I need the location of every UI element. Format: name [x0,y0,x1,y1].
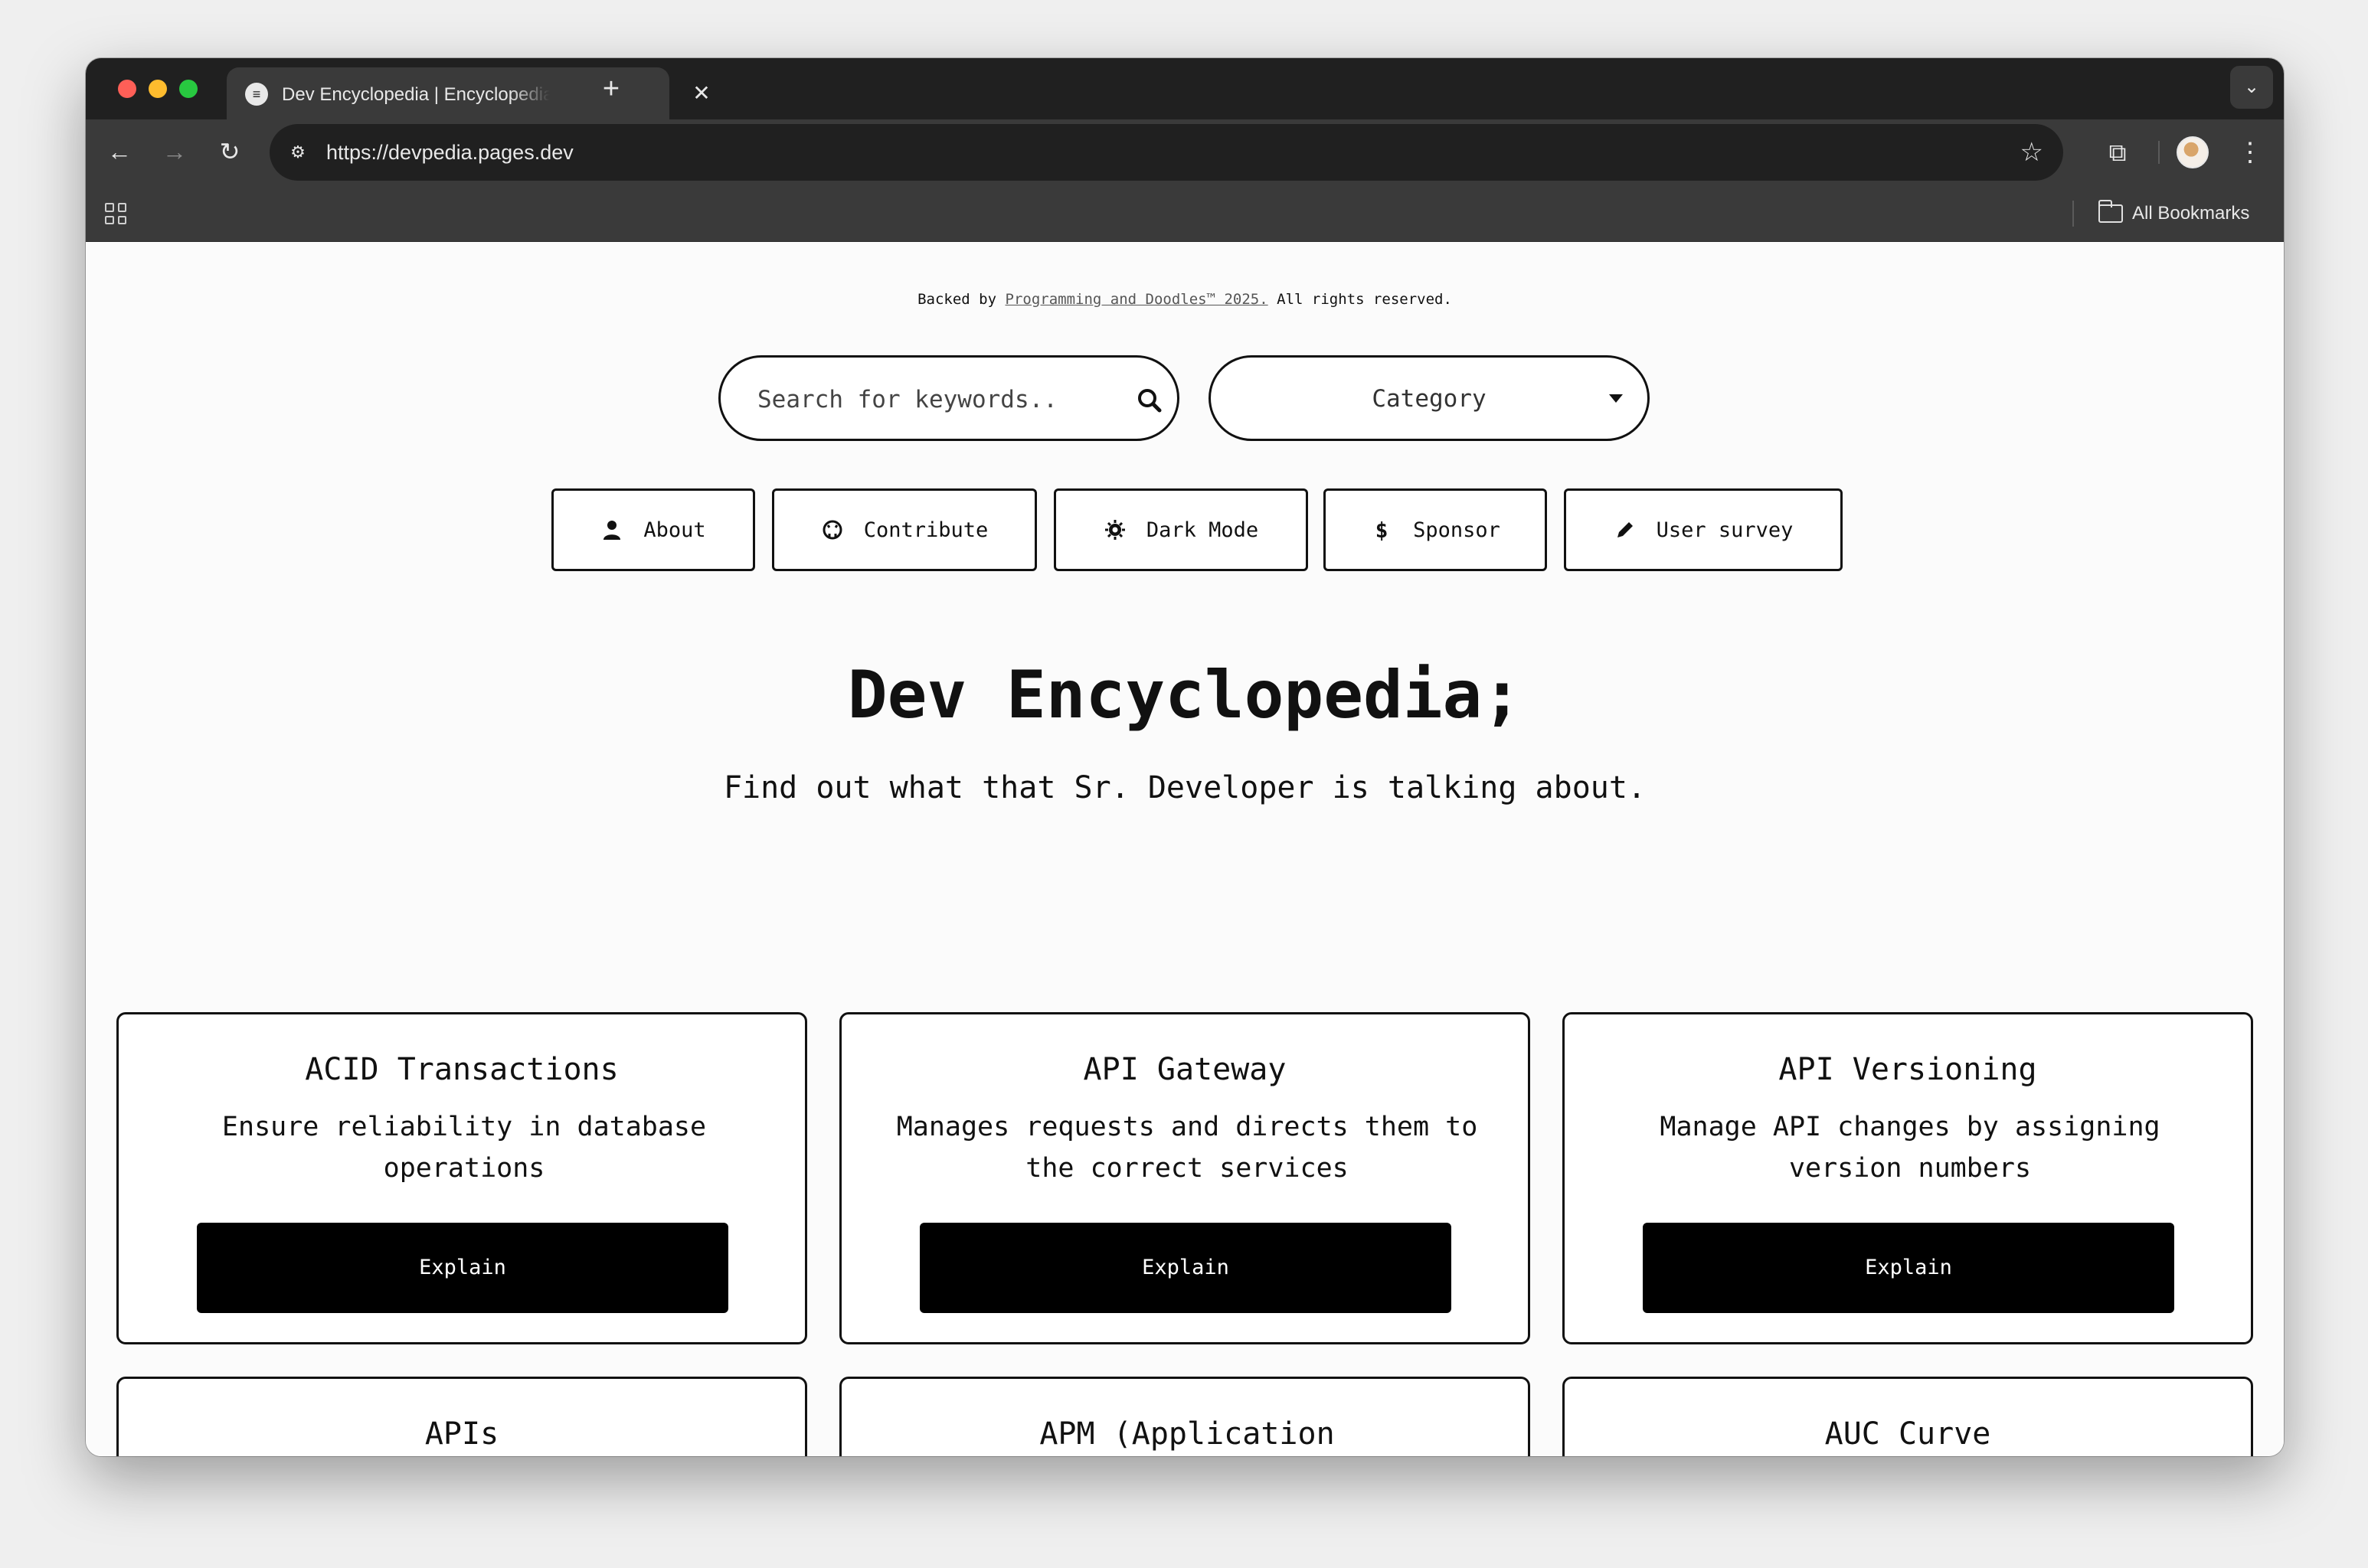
page-subtitle: Find out what that Sr. Developer is talk… [723,770,1647,805]
all-bookmarks-button[interactable]: All Bookmarks [2098,199,2249,228]
contribute-label: Contribute [863,518,989,542]
all-bookmarks-label: All Bookmarks [2132,203,2250,224]
tab-search-chevron-icon[interactable]: ⌄ [2230,66,2273,109]
bookmarks-bar: All Bookmarks [86,185,2284,242]
card-title: AUC Curve [1824,1416,1991,1452]
card-title: API Versioning [1778,1052,2037,1087]
search-input[interactable] [757,381,1110,419]
card-title: APM (Application Performance Management) [1039,1416,1335,1452]
url-text[interactable]: https://devpedia.pages.dev [326,141,574,165]
card-title: APIs [424,1416,499,1452]
forward-arrow-icon[interactable]: → [156,133,193,170]
programming-and-doodles-link[interactable]: Programming and Doodles™ 2025. [1006,291,1268,308]
sun-icon [1104,520,1125,540]
category-dropdown[interactable]: Category [1209,355,1650,441]
new-tab-button[interactable]: + [594,72,628,106]
card-title: ACID Transactions [305,1052,619,1087]
bookmark-star-icon[interactable]: ☆ [2020,136,2043,168]
backed-by-line: Backed by Programming and Doodles™ 2025.… [86,291,2284,308]
close-tab-icon[interactable]: ✕ [686,78,717,109]
extensions-icon[interactable]: ⧉ [2098,133,2137,172]
explain-button[interactable]: Explain [197,1223,728,1313]
address-bar[interactable]: ⚙ https://devpedia.pages.dev ☆ [270,124,2063,181]
profile-avatar[interactable] [2177,136,2209,168]
card-title: API Gateway [1083,1052,1287,1087]
about-button[interactable]: About [551,488,755,571]
close-window-button[interactable] [118,80,136,98]
search-icon[interactable] [1134,385,1165,416]
explain-button[interactable]: Explain [1643,1223,2174,1313]
card-description: Ensure reliability in database operation… [221,1112,707,1184]
user-survey-button[interactable]: User survey [1564,488,1843,571]
tab-bar: ≡ Dev Encyclopedia | Encyclopedia ✕ + ⌄ [86,58,2284,119]
github-icon [823,520,842,540]
backed-prefix: Backed by [917,291,997,308]
category-selected-value: Category [1372,385,1487,413]
more-menu-icon[interactable]: ⋮ [2235,133,2265,172]
toolbar-divider [2158,141,2160,164]
dark-mode-label: Dark Mode [1146,518,1259,542]
term-card: APIs [116,1377,807,1456]
term-card: APM (Application Performance Management) [839,1377,1530,1456]
reload-icon[interactable]: ↻ [211,133,248,170]
term-card: ACID Transactions Ensure reliability in … [116,1012,807,1344]
user-survey-label: User survey [1656,518,1794,542]
browser-window: ≡ Dev Encyclopedia | Encyclopedia ✕ + ⌄ … [86,58,2284,1456]
folder-icon [2098,200,2123,223]
page-title: Dev Encyclopedia; [847,657,1523,733]
sponsor-label: Sponsor [1413,518,1500,542]
page-nav-buttons: About Contribute Dark Mode $ Sponsor Use… [86,488,2284,571]
term-card: AUC Curve [1562,1377,2253,1456]
term-card: API Versioning Manage API changes by ass… [1562,1012,2253,1344]
term-card: API Gateway Manages requests and directs… [839,1012,1530,1344]
tab-title: Dev Encyclopedia | Encyclopedia [282,84,550,105]
site-info-icon[interactable]: ⚙ [280,135,316,170]
caret-down-icon [1609,394,1623,403]
web-page: Backed by Programming and Doodles™ 2025.… [86,243,2284,1456]
apps-grid-icon[interactable] [103,201,129,227]
about-label: About [643,518,706,542]
contribute-button[interactable]: Contribute [772,488,1037,571]
pencil-icon [1617,522,1633,537]
dark-mode-button[interactable]: Dark Mode [1054,488,1308,571]
browser-toolbar: ← → ↻ ⚙ https://devpedia.pages.dev ☆ ⧉ ⋮ [86,119,2284,185]
explain-button[interactable]: Explain [920,1223,1451,1313]
search-box [718,355,1179,441]
minimize-window-button[interactable] [149,80,167,98]
maximize-window-button[interactable] [179,80,198,98]
back-arrow-icon[interactable]: ← [101,133,138,170]
bookmarks-divider [2072,201,2074,227]
card-description: Manage API changes by assigning version … [1660,1112,2160,1184]
sponsor-button[interactable]: $ Sponsor [1323,488,1547,571]
favicon-icon: ≡ [245,83,268,106]
card-description: Manages requests and directs them to the… [896,1112,1478,1184]
user-icon [603,521,621,540]
backed-suffix: All rights reserved. [1277,291,1452,308]
dollar-icon: $ [1375,517,1388,543]
